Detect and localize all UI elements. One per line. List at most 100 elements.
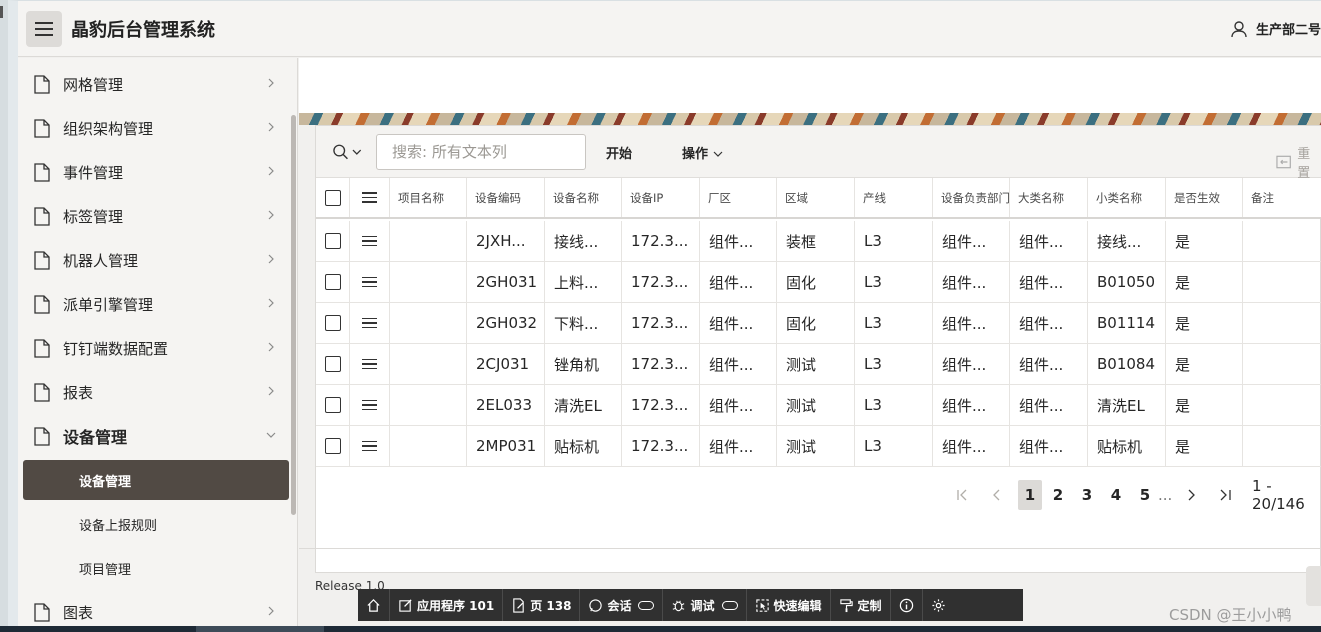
dev-customize-button[interactable]: 定制	[831, 589, 891, 621]
menu-icon	[362, 192, 377, 203]
actions-menu-button[interactable]: 操作	[682, 143, 723, 162]
column-header[interactable]: 产线	[855, 178, 933, 217]
sidebar-scrollbar[interactable]	[291, 115, 296, 515]
column-header[interactable]: 项目名称	[390, 178, 467, 217]
column-header[interactable]: 设备编码	[467, 178, 545, 217]
go-button[interactable]: 开始	[606, 143, 632, 162]
table-cell: 是	[1166, 426, 1243, 466]
chevron-right-icon	[268, 78, 274, 88]
session-icon	[589, 598, 603, 612]
sidebar-subitem[interactable]: 项目管理	[18, 546, 297, 590]
column-header[interactable]: 备注	[1243, 178, 1321, 217]
page-1-button[interactable]: 1	[1018, 480, 1042, 510]
column-header[interactable]: 设备IP	[622, 178, 700, 217]
sidebar-nav: 网格管理 组织架构管理 事件管理 标签管理 机器人管理 派单引擎管理 钉钉端数据配置 报表 设备…	[18, 58, 298, 626]
hamburger-menu-button[interactable]	[26, 10, 62, 47]
sidebar-item[interactable]: 设备管理	[18, 414, 297, 458]
column-header[interactable]: 是否生效	[1166, 178, 1243, 217]
sidebar-item[interactable]: 钉钉端数据配置	[18, 326, 297, 370]
sidebar-item[interactable]: 图表	[18, 590, 297, 626]
search-input[interactable]	[376, 134, 586, 170]
sidebar-item[interactable]: 网格管理	[18, 62, 297, 106]
dev-debug-button[interactable]: 调试	[663, 589, 747, 621]
row-action-cell	[350, 221, 390, 261]
table-cell: 固化	[777, 303, 855, 343]
sidebar-item[interactable]: 组织架构管理	[18, 106, 297, 150]
row-checkbox[interactable]	[324, 397, 341, 413]
pagination-ellipsis: ...	[1158, 486, 1173, 504]
table-row: 2GH031 上料... 172.3... 组件... 固化 L3 组件... 组件... B0…	[316, 262, 1321, 303]
column-header[interactable]: 小类名称	[1088, 178, 1166, 217]
row-menu-icon[interactable]	[362, 440, 377, 452]
bug-icon	[673, 600, 685, 611]
document-icon	[34, 251, 50, 270]
sidebar-item[interactable]: 派单引擎管理	[18, 282, 297, 326]
row-menu-icon[interactable]	[362, 399, 377, 411]
sidebar-item[interactable]: 机器人管理	[18, 238, 297, 282]
dev-settings-button[interactable]	[923, 589, 954, 621]
table-cell: 172.3...	[622, 303, 700, 343]
dev-home-button[interactable]	[358, 589, 390, 621]
sidebar-item-label: 派单引擎管理	[63, 295, 154, 314]
sidebar-item[interactable]: 标签管理	[18, 194, 297, 238]
table-cell: 贴标机	[545, 426, 622, 466]
table-cell: 2EL033	[467, 385, 545, 425]
dev-session-button[interactable]: 会话	[580, 589, 664, 621]
page-3-button[interactable]: 3	[1080, 480, 1094, 510]
select-all-checkbox[interactable]	[324, 189, 341, 206]
table-cell: L3	[855, 344, 933, 384]
table-cell: L3	[855, 385, 933, 425]
table-cell: 组件...	[700, 426, 777, 466]
row-select-cell	[316, 426, 350, 466]
chevron-down-icon	[352, 149, 362, 155]
sidebar-subitem[interactable]: 设备管理	[23, 460, 289, 500]
row-menu-icon[interactable]	[362, 235, 377, 247]
prev-page-button[interactable]	[992, 480, 1002, 510]
row-menu-icon[interactable]	[362, 358, 377, 370]
scroll-corner-button[interactable]	[1306, 566, 1321, 606]
row-checkbox[interactable]	[324, 274, 341, 290]
column-header[interactable]: 厂区	[700, 178, 777, 217]
document-icon	[34, 603, 50, 622]
sidebar-item[interactable]: 事件管理	[18, 150, 297, 194]
page-4-button[interactable]: 4	[1109, 480, 1123, 510]
page-5-button[interactable]: 5	[1138, 480, 1152, 510]
chevron-right-icon	[268, 166, 274, 176]
table-cell: 组件...	[1010, 262, 1088, 302]
table-cell: 下料...	[545, 303, 622, 343]
row-action-cell	[350, 385, 390, 425]
table-cell: L3	[855, 303, 933, 343]
column-header[interactable]: 大类名称	[1010, 178, 1088, 217]
sidebar-item-label: 机器人管理	[63, 251, 139, 270]
taskbar-item[interactable]	[196, 626, 324, 632]
first-page-button[interactable]	[956, 480, 970, 510]
dev-application-button[interactable]: 应用程序 101	[390, 589, 504, 621]
row-checkbox[interactable]	[324, 438, 341, 454]
page-2-button[interactable]: 2	[1051, 480, 1065, 510]
user-menu[interactable]: 生产部二号	[1230, 19, 1321, 38]
next-page-button[interactable]	[1186, 480, 1196, 510]
column-header[interactable]: 设备名称	[545, 178, 622, 217]
sidebar-item-label: 图表	[63, 603, 94, 622]
table-row: 2GH032 下料... 172.3... 组件... 固化 L3 组件... 组件... B0…	[316, 303, 1321, 344]
column-header[interactable]: 区域	[777, 178, 855, 217]
chevron-right-icon	[268, 606, 274, 616]
dev-quick-edit-button[interactable]: 快速编辑	[747, 589, 831, 621]
row-checkbox[interactable]	[324, 315, 341, 331]
row-checkbox[interactable]	[324, 233, 341, 249]
dev-page-button[interactable]: 页 138	[503, 589, 581, 621]
sidebar-item[interactable]: 报表	[18, 370, 297, 414]
search-column-selector[interactable]	[332, 142, 362, 162]
last-page-button[interactable]	[1218, 480, 1234, 510]
row-menu-icon[interactable]	[362, 276, 377, 288]
top-header: 晶豹后台管理系统 生产部二号	[18, 1, 1321, 57]
dev-info-button[interactable]	[891, 589, 923, 621]
table-cell: 固化	[777, 262, 855, 302]
developer-toolbar: 应用程序 101 页 138 会话 调试 快速编辑 定制	[358, 589, 1023, 621]
row-menu-icon[interactable]	[362, 317, 377, 329]
column-header[interactable]: 设备负责部门	[933, 178, 1010, 217]
sidebar-subitem[interactable]: 设备上报规则	[18, 502, 297, 546]
row-checkbox[interactable]	[324, 356, 341, 372]
table-cell: 组件...	[1010, 344, 1088, 384]
reset-button[interactable]: 重置	[1276, 143, 1321, 181]
